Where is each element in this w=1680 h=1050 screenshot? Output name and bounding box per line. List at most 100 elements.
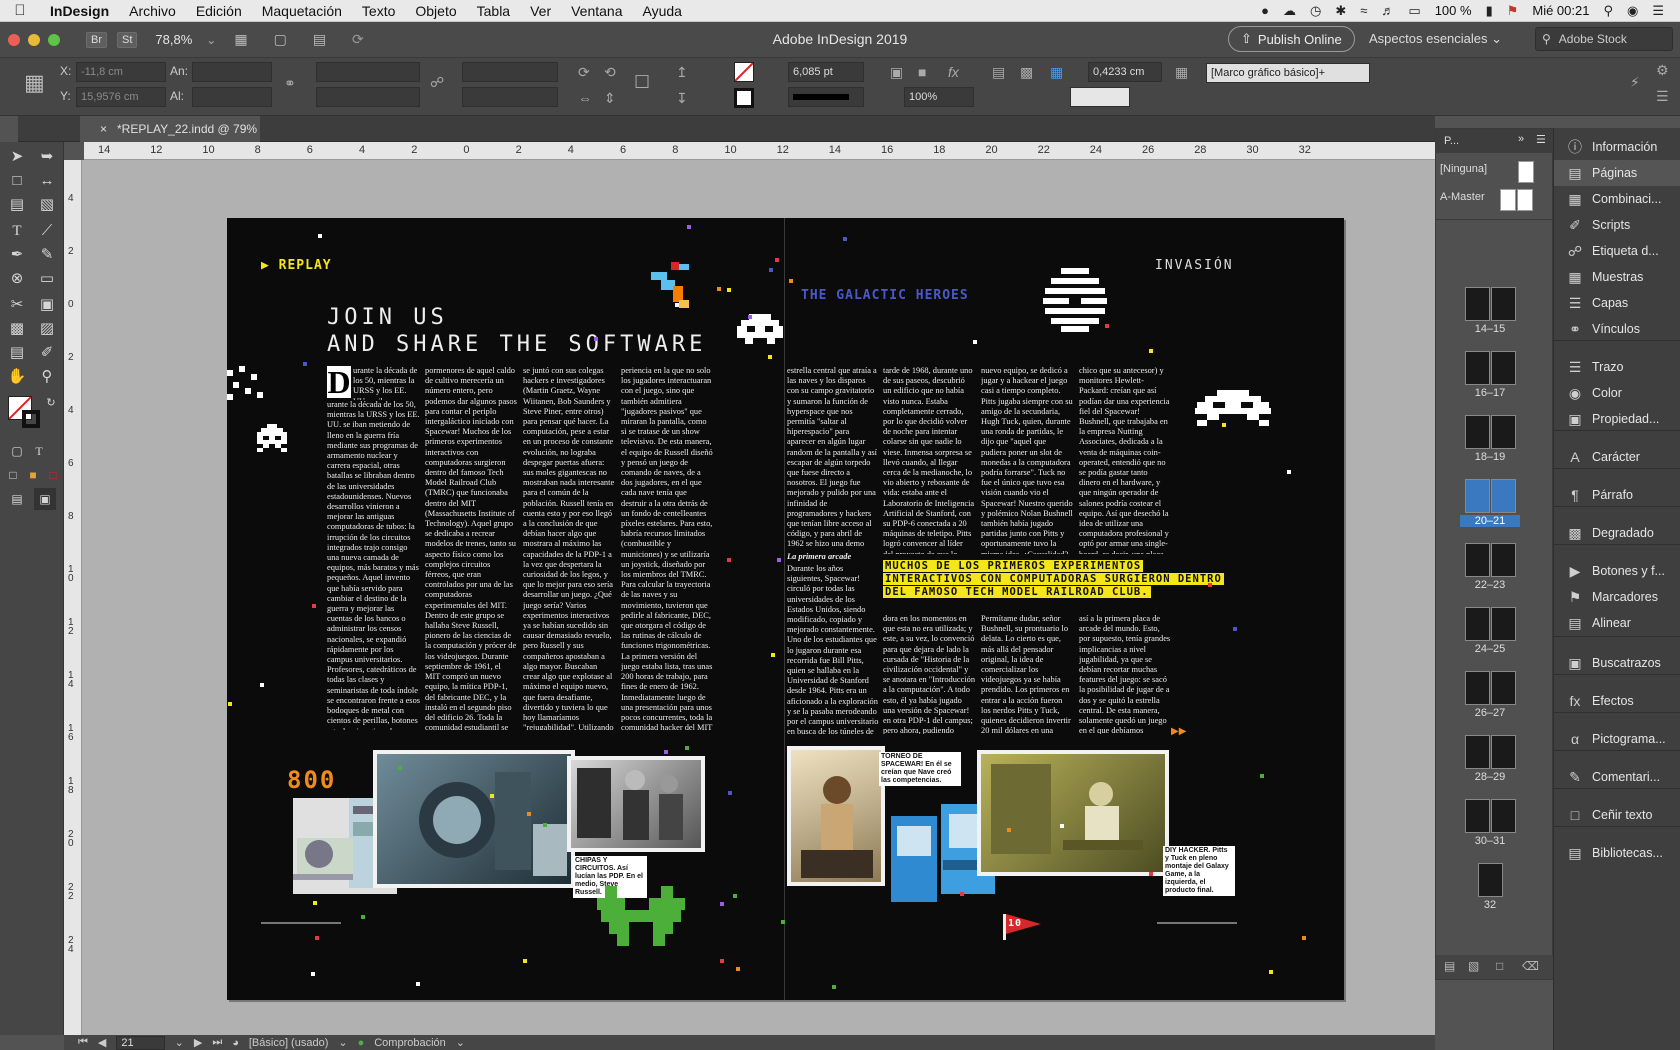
select-next-icon[interactable]: ↥ bbox=[676, 64, 688, 81]
opacity-field[interactable]: 100% bbox=[904, 87, 974, 107]
selection-tool-icon[interactable]: ➤ bbox=[6, 146, 28, 168]
zoom-tool-icon[interactable]: ⚲ bbox=[36, 366, 58, 388]
pixel-alien-green-sprite[interactable] bbox=[597, 886, 689, 950]
none-master-label[interactable]: [Ninguna] bbox=[1440, 163, 1487, 175]
open-page-icon[interactable]: ◕ bbox=[232, 1037, 239, 1049]
eyedropper-tool-icon[interactable]: ✐ bbox=[36, 342, 58, 364]
photo-pdp-console[interactable] bbox=[373, 750, 575, 888]
prev-page-icon[interactable]: ◀ bbox=[98, 1036, 106, 1049]
space-invader-sprite[interactable] bbox=[255, 424, 289, 454]
view-options-icon[interactable]: ▦ bbox=[234, 31, 247, 48]
column-3[interactable]: se juntó con sus colegas hackers e inves… bbox=[523, 366, 615, 730]
panel-item-character[interactable]: A Carácter bbox=[1554, 444, 1680, 470]
note-tool-icon[interactable]: ▤ bbox=[6, 342, 28, 364]
page-tool-icon[interactable]: □ bbox=[6, 170, 28, 192]
photo-steve-russell[interactable] bbox=[567, 756, 705, 852]
last-page-icon[interactable]: ⏭ bbox=[212, 1036, 222, 1049]
scale-y-field[interactable] bbox=[316, 87, 420, 107]
pencil-tool-icon[interactable]: ✎ bbox=[36, 244, 58, 266]
panel-item-layers[interactable]: ☰ Capas bbox=[1554, 290, 1680, 316]
spread-20-21[interactable]: ▶ REPLAY JOIN US AND SHARE THE SOFTWARE … bbox=[227, 218, 1344, 1000]
caption-diy-hacker[interactable]: DIY HACKER. Pitts y Tuck en pleno montaj… bbox=[1163, 846, 1235, 896]
formatting-container-icon[interactable]: ▢ bbox=[6, 440, 28, 462]
stroke-weight-field[interactable]: 6,085 pt bbox=[788, 62, 864, 82]
window-close-button[interactable] bbox=[8, 33, 20, 46]
text-wrap-icon[interactable]: ▤ bbox=[992, 64, 1005, 81]
panel-menu-icon[interactable]: ☰ bbox=[1656, 88, 1669, 105]
scissors-tool-icon[interactable]: ✂ bbox=[6, 294, 28, 316]
width-field[interactable] bbox=[192, 62, 272, 82]
new-page-icon[interactable]: □ bbox=[1496, 959, 1503, 973]
base-style-label[interactable]: [Básico] (usado) bbox=[249, 1037, 328, 1049]
effects-fx-icon[interactable]: fx bbox=[948, 64, 959, 80]
column-6[interactable]: tarde de 1968, durante uno de sus paseos… bbox=[883, 366, 975, 554]
menu-maquetacion[interactable]: Maquetación bbox=[252, 3, 352, 19]
flag-icon[interactable]: ⚑ bbox=[1507, 3, 1519, 19]
x-position-field[interactable]: -11,8 cm bbox=[76, 62, 166, 82]
free-transform-tool-icon[interactable]: ▣ bbox=[36, 294, 58, 316]
none-master-thumb[interactable] bbox=[1518, 161, 1534, 183]
column-6-continued[interactable]: dora en los momentos en que esta no era … bbox=[883, 614, 975, 734]
gpu-performance-icon[interactable]: ⟳ bbox=[352, 31, 364, 48]
offset-field[interactable]: 0,4233 cm bbox=[1088, 62, 1162, 82]
continue-arrow-icon[interactable]: ▶▶ bbox=[1171, 726, 1186, 737]
stroke-color-preview[interactable] bbox=[1070, 87, 1130, 107]
column-5[interactable]: estrella central que atraía a las naves … bbox=[787, 366, 879, 550]
stroke-type-select[interactable] bbox=[788, 87, 864, 107]
spread-thumbnail[interactable]: 32 bbox=[1460, 863, 1520, 911]
collapse-icon[interactable]: » bbox=[1518, 133, 1524, 145]
vertical-ruler[interactable]: 4 2 0 2 4 6 8 1 0 1 2 1 4 1 6 1 8 2 0 2 2 2 4 bbox=[64, 160, 82, 1035]
stock-search[interactable]: ⚲ Adobe Stock bbox=[1535, 27, 1673, 51]
pages-panel-tab[interactable]: P... bbox=[1444, 135, 1459, 147]
a-master-label[interactable]: A-Master bbox=[1440, 191, 1485, 203]
spread-thumbnail[interactable]: 18–19 bbox=[1460, 415, 1520, 463]
stock-button[interactable]: St bbox=[117, 31, 138, 48]
auto-fit-icon[interactable]: ▦ bbox=[1050, 64, 1063, 81]
battery-icon[interactable]: ▮ bbox=[1486, 3, 1493, 19]
chevron-down-icon[interactable]: ⌄ bbox=[338, 1036, 347, 1049]
fill-swatch[interactable] bbox=[734, 62, 754, 82]
select-prev-icon[interactable]: ↧ bbox=[676, 90, 688, 107]
spread-thumbnail[interactable]: 14–15 bbox=[1460, 287, 1520, 335]
spotlight-search-icon[interactable]: ⚲ bbox=[1603, 3, 1613, 19]
stroke-alignment-icon[interactable]: ■ bbox=[918, 64, 926, 80]
normal-view-icon[interactable]: ▤ bbox=[6, 488, 28, 510]
fill-stroke-proxy[interactable] bbox=[8, 396, 40, 428]
display-icon[interactable]: ▭ bbox=[1408, 3, 1420, 19]
zoom-level[interactable]: 78,8% bbox=[155, 32, 192, 47]
chevron-down-icon[interactable]: ⌄ bbox=[456, 1036, 465, 1049]
panel-item-bookmarks[interactable]: ⚑ Marcadores bbox=[1554, 584, 1680, 610]
column-7[interactable]: nuevo equipo, se dedicó a jugar y a hack… bbox=[981, 366, 1073, 554]
panel-item-gradient[interactable]: ▩ Degradado bbox=[1554, 520, 1680, 546]
select-container-icon[interactable]: ☐ bbox=[634, 72, 650, 93]
menu-archivo[interactable]: Archivo bbox=[119, 3, 186, 19]
notification-center-icon[interactable]: ☰ bbox=[1652, 3, 1664, 19]
panel-menu-icon[interactable]: ☰ bbox=[1536, 133, 1546, 146]
lightning-icon[interactable]: ⚡ bbox=[1630, 74, 1640, 91]
panel-item-links[interactable]: ⚭ Vínculos bbox=[1554, 316, 1680, 342]
space-invader-ufo-sprite[interactable] bbox=[1195, 390, 1271, 428]
column-4[interactable]: periencia en la que no solo los jugadore… bbox=[621, 366, 713, 730]
score-display[interactable]: 800 bbox=[287, 766, 336, 794]
spread-thumbnail[interactable]: 30–31 bbox=[1460, 799, 1520, 847]
spread-thumbnail[interactable]: 28–29 bbox=[1460, 735, 1520, 783]
rectangle-tool-icon[interactable]: ▭ bbox=[36, 268, 58, 290]
workspace-switcher[interactable]: Aspectos esenciales ⌄ bbox=[1369, 31, 1502, 47]
panel-item-color[interactable]: ◉ Color bbox=[1554, 380, 1680, 406]
window-zoom-button[interactable] bbox=[48, 33, 60, 46]
apply-gradient-icon[interactable]: ■ bbox=[22, 464, 44, 486]
line-tool-icon[interactable]: ⟋ bbox=[36, 220, 58, 242]
menu-objeto[interactable]: Objeto bbox=[405, 3, 466, 19]
photo-diy-hacker[interactable] bbox=[977, 750, 1169, 876]
apply-none-icon[interactable]: □ bbox=[42, 464, 64, 486]
siri-icon[interactable]: ◉ bbox=[1627, 3, 1638, 19]
menu-edicion[interactable]: Edición bbox=[186, 3, 252, 19]
galactic-heroes-title[interactable]: THE GALACTIC HEROES bbox=[801, 288, 969, 303]
link-icon[interactable]: ☍ bbox=[430, 74, 444, 91]
panel-item-info[interactable]: ⓘ Información bbox=[1554, 134, 1680, 160]
screen-mode-icon[interactable]: ▢ bbox=[274, 31, 287, 48]
rotate-cw-icon[interactable]: ⟳ bbox=[578, 64, 590, 81]
menu-app[interactable]: InDesign bbox=[40, 3, 119, 19]
pixel-flag-sprite[interactable]: 10 bbox=[1003, 914, 1043, 940]
apple-icon[interactable]:  bbox=[0, 2, 40, 19]
